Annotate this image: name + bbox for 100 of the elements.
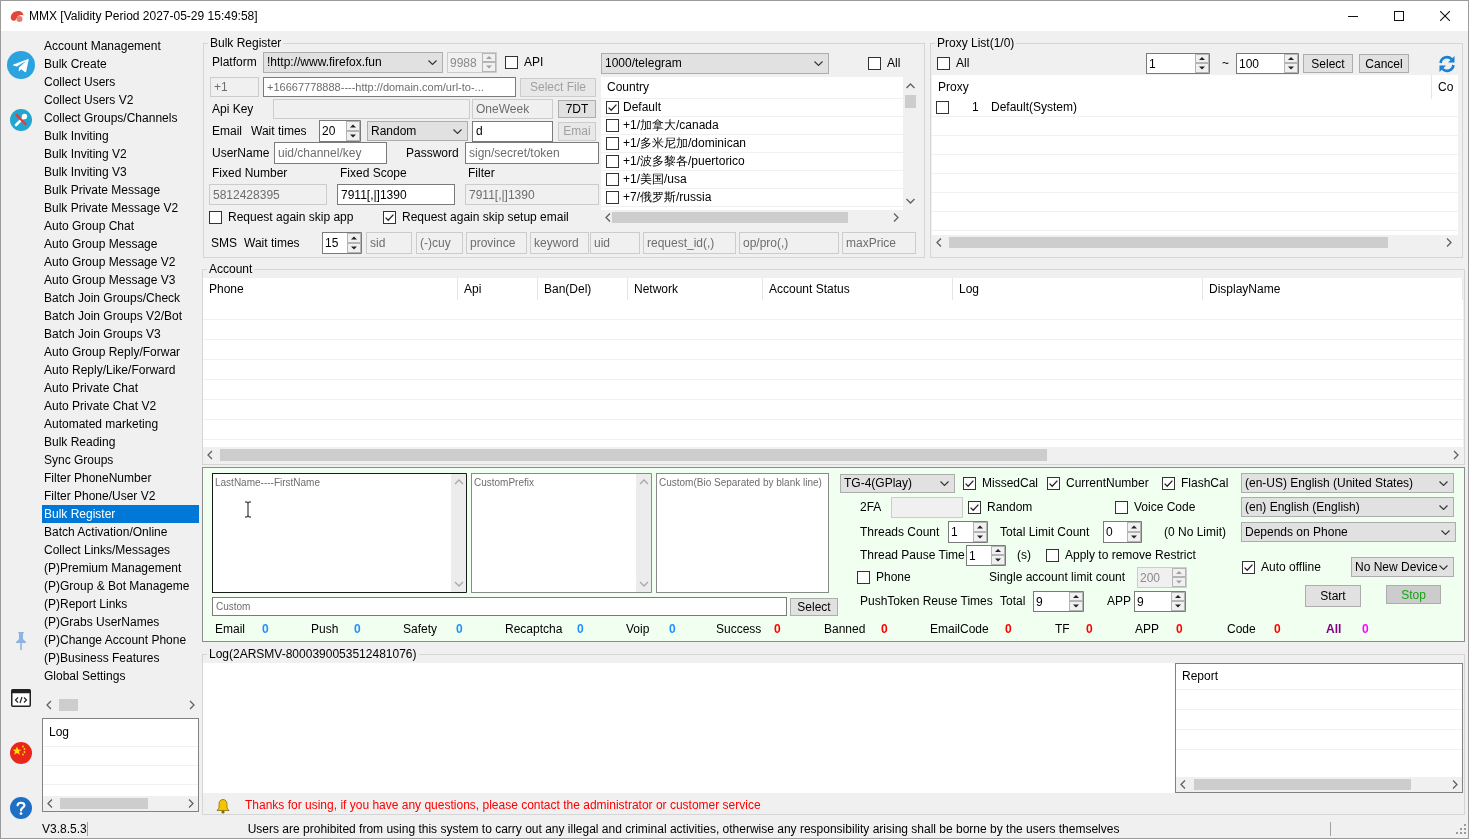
menu-item[interactable]: Batch Join Groups V2/Bot (42, 307, 199, 325)
number-field[interactable]: 9 (1033, 591, 1068, 612)
spin-arrows-icon[interactable] (345, 120, 361, 142)
fixed-scope-field[interactable]: 7911[,|]1390 (337, 184, 455, 205)
spin-arrows-icon[interactable] (1194, 53, 1210, 74)
checkbox[interactable] (1115, 501, 1128, 514)
column-header[interactable]: Co (1432, 75, 1458, 99)
spin-arrows-icon[interactable] (972, 521, 988, 543)
menu-item[interactable]: Auto Reply/Like/Forward (42, 361, 199, 379)
checkbox[interactable] (968, 501, 981, 514)
select-button[interactable]: Select (1303, 54, 1353, 73)
menu-item[interactable]: (P)Grabs UserNames (42, 613, 199, 631)
client-dropdown[interactable]: TG-4(GPlay) (840, 474, 955, 493)
checkbox[interactable] (1162, 477, 1175, 490)
checkbox[interactable] (209, 211, 222, 224)
language-dropdown[interactable]: (en-US) English (United States) (1241, 473, 1454, 493)
select-button[interactable]: Select (790, 597, 838, 616)
help-icon[interactable] (10, 797, 32, 819)
horizontal-scrollbar[interactable] (43, 796, 198, 811)
checkbox[interactable] (1046, 549, 1059, 562)
paper-plane-icon[interactable] (7, 51, 35, 79)
column-header[interactable]: DisplayName (1203, 278, 1463, 300)
names-field[interactable]: LastName----FirstName (212, 473, 451, 593)
menu-item[interactable]: Automated marketing (42, 415, 199, 433)
url-field[interactable]: +16667778888----http://domain.com/url-to-... (263, 77, 516, 97)
checkbox[interactable] (606, 191, 619, 204)
country-item[interactable]: +1/波多黎各/puertorico (623, 154, 745, 169)
service-dropdown[interactable]: 1000/telegram (601, 53, 829, 74)
menu-item[interactable]: Auto Group Reply/Forwar (42, 343, 199, 361)
checkbox[interactable] (606, 119, 619, 132)
menu-item[interactable]: Collect Links/Messages (42, 541, 199, 559)
checkbox[interactable] (606, 137, 619, 150)
spin-arrows-icon[interactable] (1170, 591, 1186, 612)
column-header[interactable]: Log (953, 278, 1203, 300)
code-window-icon[interactable] (11, 689, 31, 707)
number-field[interactable]: 0 (1103, 521, 1126, 543)
checkbox[interactable] (505, 56, 518, 69)
menu-item[interactable]: Bulk Inviting (42, 127, 199, 145)
country-item[interactable]: Default (623, 100, 662, 115)
menu-item[interactable]: Auto Group Message (42, 235, 199, 253)
spin-arrows-icon[interactable] (1068, 591, 1084, 612)
menu-item[interactable]: Filter Phone/User V2 (42, 487, 199, 505)
menu-item[interactable]: Auto Group Message V2 (42, 253, 199, 271)
country-item[interactable]: +1/美国/usa (623, 172, 687, 187)
menu-item[interactable]: (P)Change Account Phone (42, 631, 199, 649)
menu-item[interactable]: Auto Group Message V3 (42, 271, 199, 289)
menu-item[interactable]: Bulk Private Message (42, 181, 199, 199)
language-dropdown[interactable]: (en) English (English) (1241, 497, 1454, 517)
number-field[interactable]: 1 (966, 545, 990, 566)
column-header[interactable]: Account Status (763, 278, 953, 300)
checkbox[interactable] (383, 211, 396, 224)
email-domain-field[interactable]: d (472, 120, 553, 142)
number-field[interactable]: 9 (1134, 591, 1170, 612)
refresh-icon[interactable] (1438, 54, 1456, 73)
vertical-scrollbar[interactable] (636, 473, 652, 593)
checkbox[interactable] (606, 155, 619, 168)
column-header[interactable]: Ban(Del) (538, 278, 628, 300)
menu-item[interactable]: Auto Private Chat V2 (42, 397, 199, 415)
menu-item[interactable]: Auto Private Chat (42, 379, 199, 397)
checkbox[interactable] (936, 101, 949, 114)
start-button[interactable]: Start (1305, 585, 1361, 607)
number-field[interactable]: 1 (1146, 53, 1194, 74)
bio-field[interactable]: Custom(Bio Separated by blank line) (656, 473, 829, 593)
menu-item[interactable]: Bulk Inviting V3 (42, 163, 199, 181)
horizontal-scrollbar[interactable] (1176, 777, 1462, 792)
checkbox[interactable] (1047, 477, 1060, 490)
checkbox[interactable] (963, 477, 976, 490)
menu-item[interactable]: Collect Groups/Channels (42, 109, 199, 127)
custom-field[interactable]: Custom (212, 597, 787, 616)
checkbox[interactable] (937, 57, 950, 70)
duration-button[interactable]: 7DT (558, 100, 596, 118)
menu-item[interactable]: Collect Users (42, 73, 199, 91)
menu-item[interactable]: Batch Join Groups/Check (42, 289, 199, 307)
country-item[interactable]: +7/俄罗斯/russia (623, 190, 712, 205)
menu-item[interactable]: (P)Premium Management (42, 559, 199, 577)
tools-icon[interactable] (10, 109, 32, 131)
spin-arrows-icon[interactable] (346, 232, 362, 254)
menu-item[interactable]: Account Management (42, 37, 199, 55)
menu-item[interactable]: Bulk Private Message V2 (42, 199, 199, 217)
menu-item[interactable]: Sync Groups (42, 451, 199, 469)
vertical-scrollbar[interactable] (451, 473, 467, 593)
region-dropdown[interactable]: Depends on Phone (1241, 522, 1456, 542)
menu-item[interactable]: Bulk Create (42, 55, 199, 73)
checkbox[interactable] (606, 173, 619, 186)
checkbox[interactable] (868, 57, 881, 70)
column-header[interactable]: Phone (203, 278, 458, 300)
menu-item[interactable]: Bulk Register (42, 505, 199, 523)
number-field[interactable]: 20 (319, 120, 345, 142)
menu-item[interactable]: Collect Users V2 (42, 91, 199, 109)
resize-grip-icon[interactable] (1456, 824, 1466, 834)
platform-dropdown[interactable]: !http://www.firefox.fun (263, 52, 443, 73)
checkbox[interactable] (606, 101, 619, 114)
spin-arrows-icon[interactable] (990, 545, 1006, 566)
column-header[interactable]: Proxy (932, 75, 1432, 99)
menu-item[interactable]: Auto Group Chat (42, 217, 199, 235)
password-field[interactable]: sign/secret/token (465, 142, 599, 164)
email-mode-dropdown[interactable]: Random (367, 121, 468, 141)
menu-item[interactable]: Bulk Reading (42, 433, 199, 451)
menu-item[interactable]: Filter PhoneNumber (42, 469, 199, 487)
country-item[interactable]: +1/多米尼加/dominican (623, 136, 747, 151)
